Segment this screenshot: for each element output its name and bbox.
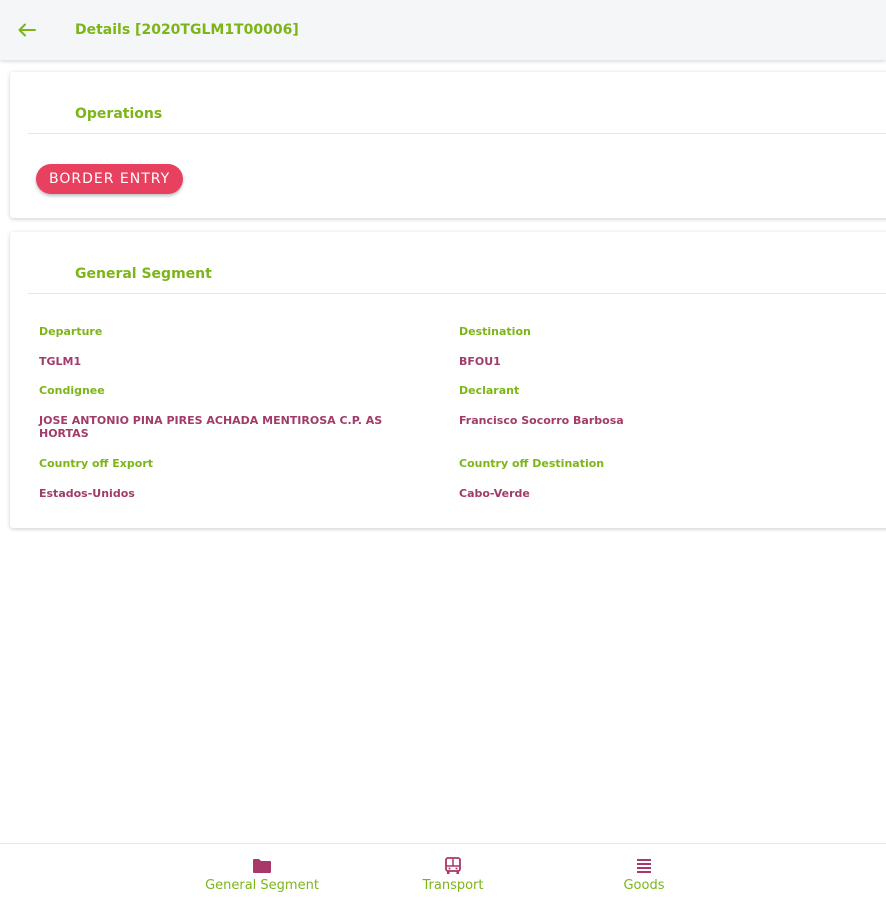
country-destination-value: Cabo-Verde [459,487,530,500]
departure-label: Departure [39,325,103,338]
nav-transport[interactable]: Transport [410,844,496,901]
nav-goods-label: Goods [623,878,665,893]
departure-value: TGLM1 [39,355,82,368]
app-bar: Details [2020TGLM1T00006] [0,0,886,60]
declarant-label: Declarant [459,384,520,397]
nav-general-segment[interactable]: General Segment [200,844,324,901]
country-export-value: Estados-Unidos [39,487,135,500]
declarant-value: Francisco Socorro Barbosa [459,414,624,427]
nav-general-segment-label: General Segment [205,878,319,893]
page-title: Details [2020TGLM1T00006] [75,22,299,38]
divider [28,133,886,134]
nav-goods[interactable]: Goods [610,844,678,901]
general-segment-card: General Segment Departure Destination TG… [10,232,886,528]
consignee-label: Condignee [39,384,105,397]
operations-title: Operations [75,106,163,122]
destination-label: Destination [459,325,531,338]
bottom-navigation: General Segment Transport Goods [0,843,886,901]
destination-value: BFOU1 [459,355,501,368]
general-segment-title: General Segment [75,266,212,282]
list-icon [637,857,651,875]
folder-icon [252,857,272,875]
country-destination-label: Country off Destination [459,457,605,470]
consignee-value: JOSE ANTONIO PINA PIRES ACHADA MENTIROSA… [39,414,383,440]
back-button[interactable] [12,15,42,45]
border-entry-chip[interactable]: BORDER ENTRY [36,164,184,194]
bus-icon [444,857,462,875]
country-export-label: Country off Export [39,457,153,470]
nav-transport-label: Transport [422,878,484,893]
arrow-left-icon [18,23,36,37]
operations-card: Operations BORDER ENTRY [10,72,886,218]
divider [28,293,886,294]
